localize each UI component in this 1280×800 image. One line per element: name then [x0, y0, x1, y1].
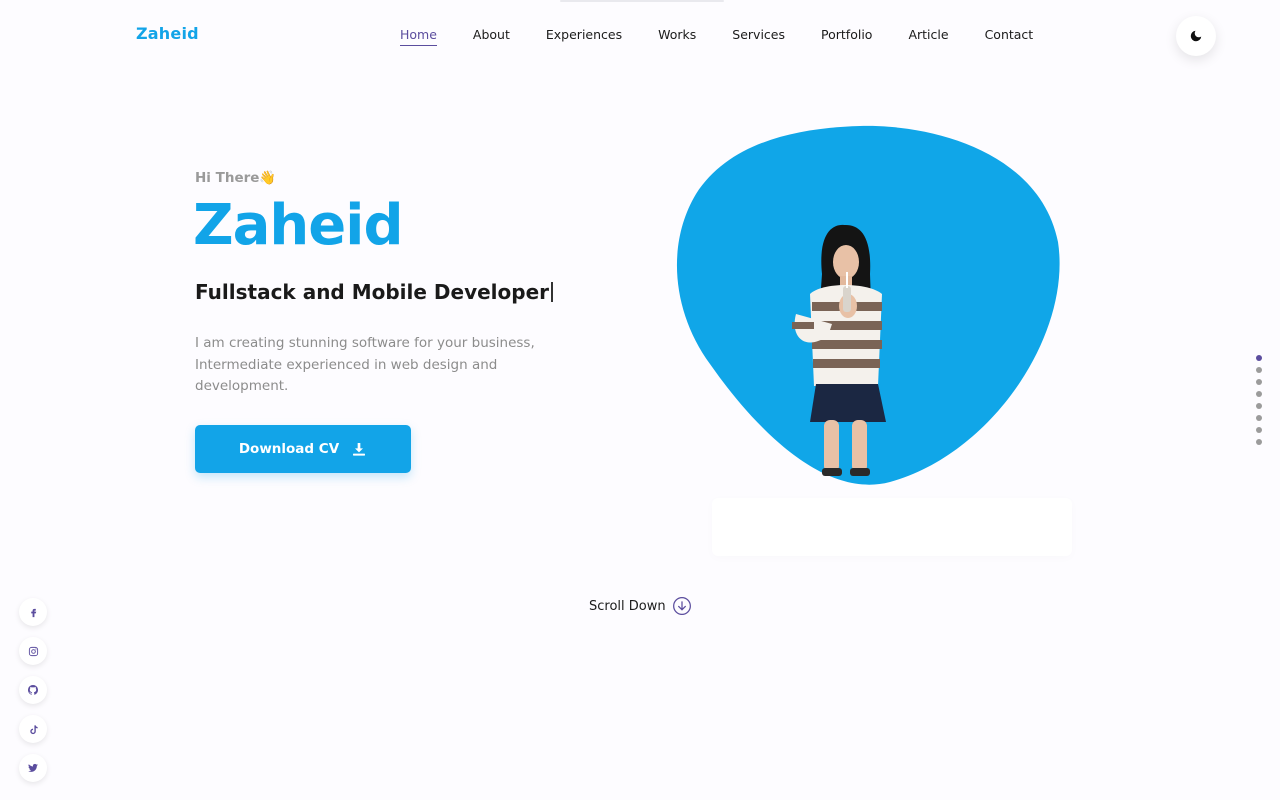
- section-indicator: [1256, 355, 1262, 445]
- waving-hand-icon: 👋: [259, 170, 277, 186]
- section-dot-2[interactable]: [1256, 367, 1262, 373]
- instagram-link[interactable]: [19, 637, 47, 665]
- section-dot-1[interactable]: [1256, 355, 1262, 361]
- main-nav: Home About Experiences Works Services Po…: [400, 27, 1069, 46]
- download-cv-label: Download CV: [238, 441, 340, 457]
- greeting-text: Hi There: [195, 170, 260, 186]
- section-dot-8[interactable]: [1256, 439, 1262, 445]
- nav-experiences[interactable]: Experiences: [546, 27, 622, 46]
- top-accent-bar: [560, 0, 724, 2]
- hero-role: Fullstack and Mobile Developer: [195, 280, 554, 304]
- typing-caret: [551, 282, 554, 302]
- facebook-link[interactable]: [19, 598, 47, 626]
- nav-contact[interactable]: Contact: [985, 27, 1034, 46]
- portrait-blob: [676, 125, 1060, 485]
- github-icon: [27, 684, 39, 695]
- section-dot-7[interactable]: [1256, 427, 1262, 433]
- role-text: Fullstack and Mobile Developer: [195, 280, 550, 304]
- scroll-down-label: Scroll Down: [589, 598, 666, 614]
- tiktok-icon: [29, 724, 38, 734]
- scroll-down-link[interactable]: Scroll Down: [589, 596, 692, 616]
- nav-about[interactable]: About: [473, 27, 510, 46]
- section-dot-5[interactable]: [1256, 403, 1262, 409]
- portrait-shadow-card: [712, 498, 1072, 556]
- nav-article[interactable]: Article: [908, 27, 948, 46]
- hero-bio: I am creating stunning software for your…: [195, 335, 535, 394]
- download-cv-button[interactable]: Download CV: [195, 425, 411, 473]
- site-logo[interactable]: Zaheid: [136, 24, 199, 43]
- social-links: [19, 598, 47, 782]
- moon-icon: [1190, 30, 1202, 42]
- nav-home[interactable]: Home: [400, 27, 437, 46]
- facebook-icon: [30, 608, 36, 617]
- twitter-icon: [28, 763, 38, 772]
- nav-works[interactable]: Works: [658, 27, 696, 46]
- arrow-down-circle-icon: [672, 597, 691, 615]
- hero-portrait: [672, 124, 1062, 488]
- nav-services[interactable]: Services: [732, 27, 785, 46]
- download-icon: [353, 443, 366, 456]
- tiktok-link[interactable]: [19, 715, 47, 743]
- hero-name: Zaheid: [193, 193, 404, 258]
- section-dot-4[interactable]: [1256, 391, 1262, 397]
- theme-toggle-button[interactable]: [1176, 16, 1216, 56]
- github-link[interactable]: [19, 676, 47, 704]
- twitter-link[interactable]: [19, 754, 47, 782]
- section-dot-6[interactable]: [1256, 415, 1262, 421]
- instagram-icon: [28, 646, 38, 656]
- hero-greeting: Hi There👋: [195, 170, 276, 186]
- section-dot-3[interactable]: [1256, 379, 1262, 385]
- nav-portfolio[interactable]: Portfolio: [821, 27, 872, 46]
